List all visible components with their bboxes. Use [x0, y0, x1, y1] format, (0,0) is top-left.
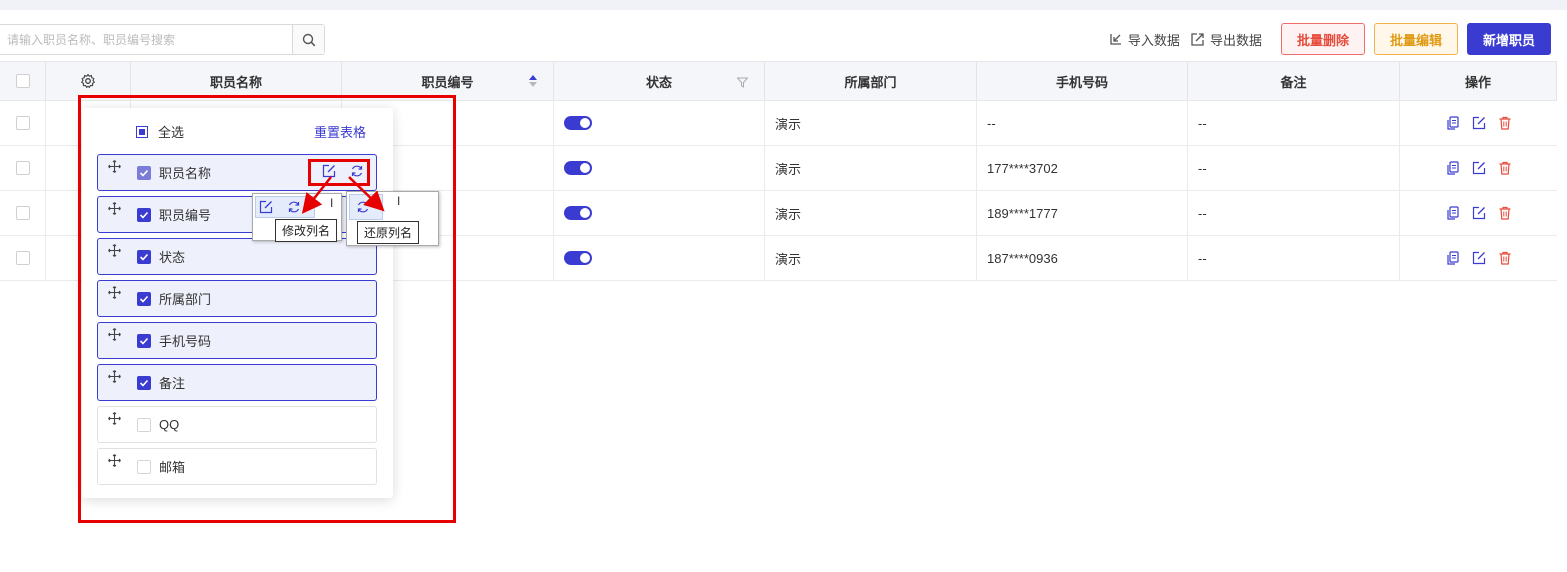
highlight-box-icons — [308, 159, 370, 186]
row-dept: 演示 — [765, 101, 977, 145]
header-status-label: 状态 — [645, 74, 672, 90]
header-status[interactable]: 状态 — [554, 62, 765, 100]
row-checkbox[interactable] — [15, 206, 30, 220]
copy-icon[interactable] — [1446, 206, 1460, 220]
row-note: -- — [1188, 101, 1400, 145]
gear-icon[interactable] — [80, 73, 96, 89]
import-data-link[interactable]: 导入数据 — [1108, 30, 1180, 49]
search-box — [0, 24, 325, 55]
export-data-link[interactable]: 导出数据 — [1190, 30, 1262, 49]
header-code-label: 职员编号 — [421, 74, 474, 90]
delete-icon[interactable] — [1498, 161, 1512, 175]
row-actions — [1400, 191, 1557, 235]
batch-edit-button[interactable]: 批量编辑 — [1373, 23, 1458, 55]
search-input[interactable] — [0, 25, 292, 54]
row-checkbox[interactable] — [15, 251, 30, 265]
row-dept: 演示 — [765, 191, 977, 235]
search-icon — [302, 33, 315, 46]
delete-icon[interactable] — [1498, 116, 1512, 130]
row-phone: 187****0936 — [977, 236, 1188, 280]
header-select-all[interactable] — [0, 62, 46, 100]
delete-icon[interactable] — [1498, 206, 1512, 220]
row-actions — [1400, 101, 1557, 145]
export-data-label: 导出数据 — [1209, 32, 1262, 48]
status-toggle[interactable] — [564, 251, 592, 265]
header-actions: 操作 — [1400, 62, 1557, 100]
row-actions — [1400, 146, 1557, 190]
highlight-box-popover — [78, 95, 456, 523]
row-status — [554, 191, 765, 235]
filter-icon[interactable] — [737, 77, 748, 88]
header-dept: 所属部门 — [765, 62, 977, 100]
copy-icon[interactable] — [1446, 161, 1460, 175]
row-status — [554, 236, 765, 280]
header-checkbox[interactable] — [15, 74, 30, 88]
batch-delete-button[interactable]: 批量删除 — [1280, 23, 1365, 55]
copy-icon[interactable] — [1446, 116, 1460, 130]
row-actions — [1400, 236, 1557, 280]
row-status — [554, 101, 765, 145]
sort-icon[interactable] — [529, 75, 537, 87]
row-select[interactable] — [0, 101, 46, 145]
row-dept: 演示 — [765, 146, 977, 190]
row-checkbox[interactable] — [15, 116, 30, 130]
row-select[interactable] — [0, 236, 46, 280]
row-phone: 177****3702 — [977, 146, 1188, 190]
header-phone: 手机号码 — [977, 62, 1188, 100]
status-toggle[interactable] — [564, 206, 592, 220]
row-note: -- — [1188, 146, 1400, 190]
delete-icon[interactable] — [1498, 251, 1512, 265]
search-button[interactable] — [292, 25, 324, 54]
toolbar: 导入数据 导出数据 批量删除 批量编辑 新增职员 — [1108, 23, 1551, 55]
row-status — [554, 146, 765, 190]
edit-icon[interactable] — [1472, 116, 1486, 130]
row-select[interactable] — [0, 191, 46, 235]
status-toggle[interactable] — [564, 161, 592, 175]
row-select[interactable] — [0, 146, 46, 190]
import-icon — [1110, 33, 1121, 45]
row-phone: 189****1777 — [977, 191, 1188, 235]
header-note: 备注 — [1188, 62, 1400, 100]
edit-icon[interactable] — [1472, 161, 1486, 175]
row-dept: 演示 — [765, 236, 977, 280]
export-icon — [1191, 32, 1204, 46]
status-toggle[interactable] — [564, 116, 592, 130]
row-checkbox[interactable] — [15, 161, 30, 175]
import-data-label: 导入数据 — [1127, 32, 1180, 48]
edit-icon[interactable] — [1472, 206, 1486, 220]
top-band — [0, 0, 1567, 10]
copy-icon[interactable] — [1446, 251, 1460, 265]
edit-icon[interactable] — [1472, 251, 1486, 265]
row-note: -- — [1188, 236, 1400, 280]
row-phone: -- — [977, 101, 1188, 145]
add-employee-button[interactable]: 新增职员 — [1466, 23, 1551, 55]
row-note: -- — [1188, 191, 1400, 235]
